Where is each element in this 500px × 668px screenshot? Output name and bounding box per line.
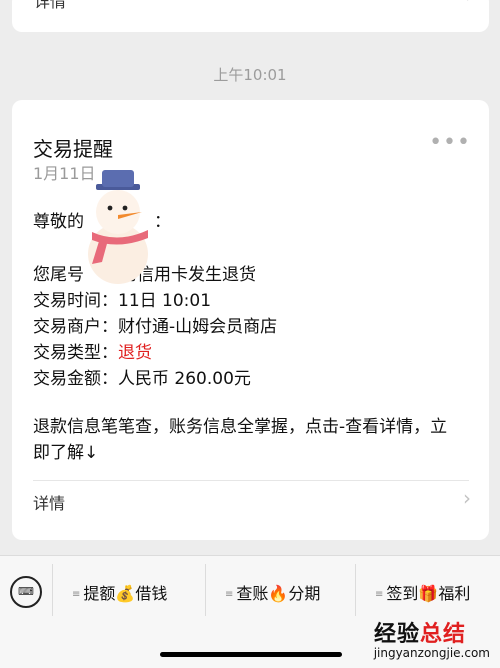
gift-icon: 🎁 <box>418 584 439 603</box>
menu-list-icon: ≡ <box>225 589 234 600</box>
divider <box>33 480 469 481</box>
field-transaction-time: 交易时间：11日 10:01 <box>33 286 211 311</box>
watermark-text-highlight: 总结 <box>419 622 466 647</box>
message-title: 交易提醒 <box>33 137 113 161</box>
home-indicator[interactable] <box>160 652 342 657</box>
menu-item-credit[interactable]: ≡ 提额💰借钱 <box>72 580 167 604</box>
watermark-text: 经验 <box>373 622 420 647</box>
chevron-right-icon: › <box>466 0 473 7</box>
menu-label: 借钱 <box>135 584 168 603</box>
menu-label: 福利 <box>438 584 471 603</box>
menu-label: 分期 <box>288 584 321 603</box>
field-value: 人民币 260.00元 <box>118 369 251 389</box>
watermark-logo: 经验总结 <box>374 616 466 648</box>
menu-label: 查账 <box>236 584 269 603</box>
snowman-sticker-icon <box>88 170 148 284</box>
money-bag-icon: 💰 <box>115 584 136 603</box>
field-label: 交易金额： <box>33 369 118 389</box>
menu-label: 签到 <box>386 584 419 603</box>
field-value: 财付通-山姆会员商店 <box>118 317 278 337</box>
field-value-refund: 退货 <box>118 343 152 363</box>
menu-list-icon: ≡ <box>375 589 384 600</box>
field-merchant: 交易商户：财付通-山姆会员商店 <box>33 312 277 337</box>
bottom-menu-bar: ⌨ ≡ 提额💰借钱 ≡ 查账🔥分期 ≡ 签到🎁福利 经验总结 jingyanzongj… <box>0 555 500 668</box>
divider <box>355 564 356 616</box>
field-amount: 交易金额：人民币 260.00元 <box>33 364 251 389</box>
field-label: 交易类型： <box>33 343 118 363</box>
keyboard-icon[interactable]: ⌨ <box>10 576 42 608</box>
divider <box>52 564 53 616</box>
detail-link[interactable]: 详情 <box>33 490 65 514</box>
menu-label: 提额 <box>83 584 116 603</box>
field-value: 11日 10:01 <box>118 291 212 311</box>
divider <box>205 564 206 616</box>
message-timestamp: 上午10:01 <box>213 66 287 84</box>
greeting-text: 尊敬的 <box>33 212 84 232</box>
field-label: 交易商户： <box>33 317 118 337</box>
field-label: 交易时间： <box>33 291 118 311</box>
previous-detail-link[interactable]: 详情 <box>34 0 66 12</box>
promo-text: 退款信息笔笔查，账务信息全掌握，点击-查看详情，立即了解↓ <box>33 417 448 463</box>
field-transaction-type: 交易类型：退货 <box>33 338 152 363</box>
previous-message-card[interactable]: 详情 › <box>12 0 489 32</box>
menu-item-bills[interactable]: ≡ 查账🔥分期 <box>225 580 320 604</box>
fire-icon: 🔥 <box>268 584 289 603</box>
more-options-icon[interactable]: ••• <box>429 130 471 155</box>
chevron-right-icon: › <box>463 486 471 510</box>
menu-list-icon: ≡ <box>72 589 81 600</box>
card-line-prefix: 您尾号 <box>33 265 84 285</box>
menu-item-checkin[interactable]: ≡ 签到🎁福利 <box>375 580 470 604</box>
watermark-url: jingyanzongjie.com <box>373 646 490 660</box>
transaction-alert-card[interactable]: 交易提醒 1月11日 ••• 尊敬的： 您尾号 的信用卡发生退货 交易时间：11日… <box>12 100 489 540</box>
